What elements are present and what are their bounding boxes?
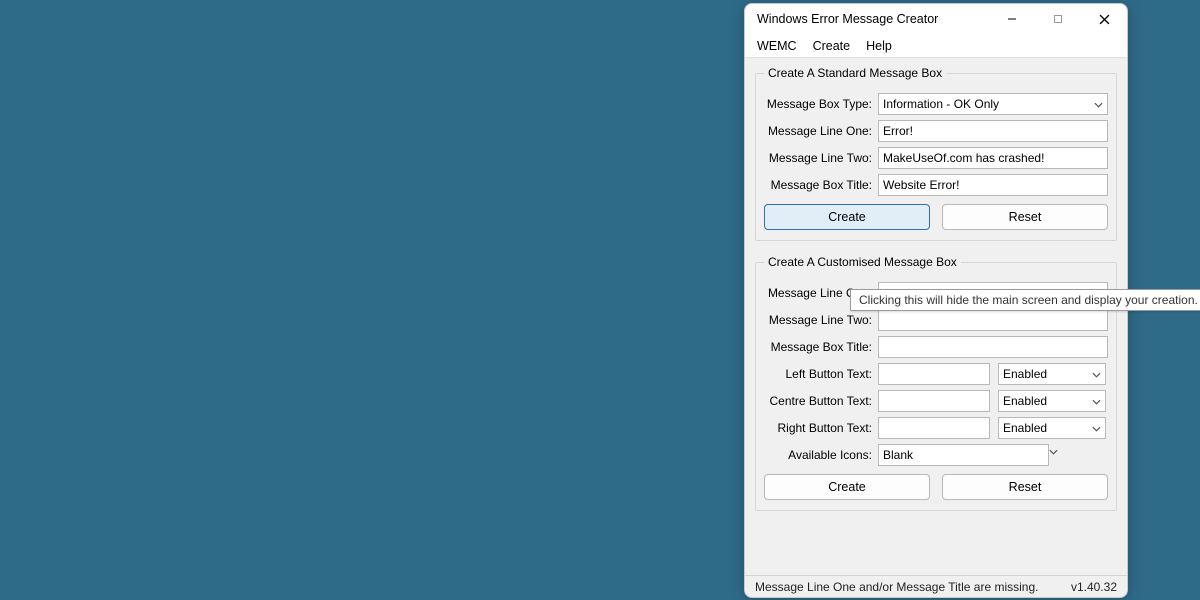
std-line1-label: Message Line One:: [764, 124, 872, 138]
window-title: Windows Error Message Creator: [745, 12, 989, 26]
statusbar: Message Line One and/or Message Title ar…: [745, 575, 1127, 597]
cst-centre-state-select[interactable]: Enabled: [998, 390, 1106, 412]
std-line1-input[interactable]: [878, 120, 1108, 142]
cst-right-state-select[interactable]: Enabled: [998, 417, 1106, 439]
menu-help[interactable]: Help: [866, 39, 892, 53]
status-message: Message Line One and/or Message Title ar…: [755, 580, 1038, 594]
custom-legend: Create A Customised Message Box: [764, 255, 961, 269]
std-title-input[interactable]: [878, 174, 1108, 196]
tooltip: Clicking this will hide the main screen …: [850, 289, 1200, 311]
menu-create[interactable]: Create: [813, 39, 851, 53]
std-line2-label: Message Line Two:: [764, 151, 872, 165]
cst-line2-label: Message Line Two:: [764, 313, 872, 327]
cst-icons-label: Available Icons:: [764, 448, 872, 462]
std-type-label: Message Box Type:: [764, 97, 872, 111]
menubar: WEMC Create Help: [745, 34, 1127, 58]
cst-left-label: Left Button Text:: [764, 367, 872, 381]
titlebar[interactable]: Windows Error Message Creator: [745, 4, 1127, 34]
std-type-select[interactable]: Information - OK Only: [878, 93, 1108, 115]
chevron-down-icon: [1049, 444, 1058, 466]
minimize-icon: [1007, 14, 1017, 24]
cst-left-input[interactable]: [878, 363, 990, 385]
std-title-label: Message Box Title:: [764, 178, 872, 192]
std-create-button[interactable]: Create: [764, 204, 930, 230]
cst-centre-input[interactable]: [878, 390, 990, 412]
close-button[interactable]: [1081, 4, 1127, 34]
maximize-icon: [1053, 14, 1063, 24]
desktop: Windows Error Message Creator WEMC Creat…: [0, 0, 1200, 600]
cst-right-input[interactable]: [878, 417, 990, 439]
maximize-button[interactable]: [1035, 4, 1081, 34]
cst-reset-button[interactable]: Reset: [942, 474, 1108, 500]
standard-legend: Create A Standard Message Box: [764, 66, 946, 80]
cst-right-label: Right Button Text:: [764, 421, 872, 435]
close-icon: [1099, 14, 1110, 25]
std-line2-input[interactable]: [878, 147, 1108, 169]
menu-wemc[interactable]: WEMC: [757, 39, 797, 53]
content-area: Create A Standard Message Box Message Bo…: [745, 58, 1127, 575]
standard-group: Create A Standard Message Box Message Bo…: [755, 66, 1117, 241]
cst-line2-input[interactable]: [878, 309, 1108, 331]
cst-icons-select[interactable]: Blank: [878, 444, 1049, 466]
status-version: v1.40.32: [1071, 580, 1117, 594]
cst-title-label: Message Box Title:: [764, 340, 872, 354]
cst-create-button[interactable]: Create: [764, 474, 930, 500]
cst-title-input[interactable]: [878, 336, 1108, 358]
std-reset-button[interactable]: Reset: [942, 204, 1108, 230]
minimize-button[interactable]: [989, 4, 1035, 34]
cst-left-state-select[interactable]: Enabled: [998, 363, 1106, 385]
cst-centre-label: Centre Button Text:: [764, 394, 872, 408]
